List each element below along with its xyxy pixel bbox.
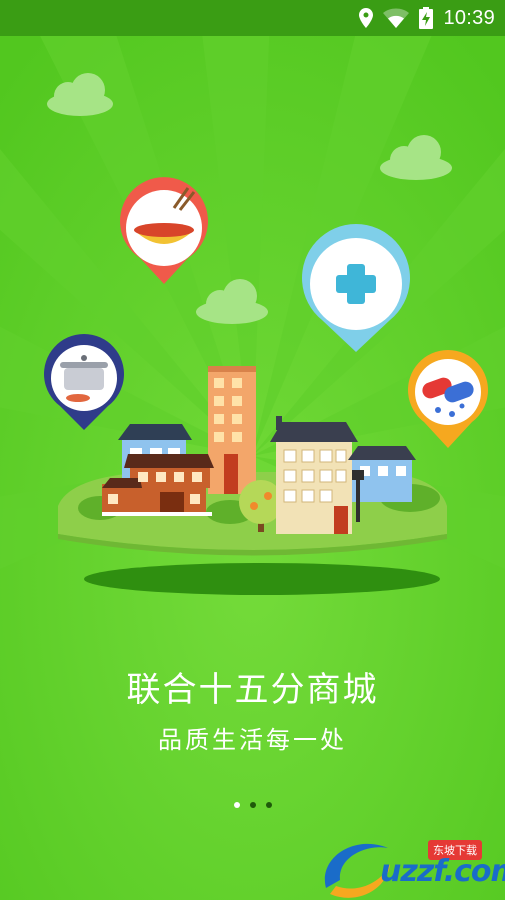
watermark-text: uzzf.com: [380, 854, 505, 889]
clock: 10:39: [443, 6, 495, 29]
island-shadow: [84, 563, 440, 595]
status-bar: 10:39: [0, 0, 505, 36]
battery-charging-icon: [419, 7, 434, 29]
page-indicator-dot-2[interactable]: [249, 802, 256, 808]
tower-building: [208, 366, 256, 494]
page-indicator-dot-1[interactable]: [233, 802, 240, 808]
page-title: 联合十五分商城: [126, 670, 379, 710]
watermark-logo: 东坡下载 uzzf.com: [318, 834, 505, 900]
page-subtitle: 品质生活每一处: [158, 726, 347, 754]
pagination-dots[interactable]: [0, 802, 505, 808]
wifi-icon: [383, 8, 410, 28]
city-illustration: [0, 36, 505, 900]
splash-screen: 10:39 联合十五分商城 品质生活每一处 东坡下载 uzzf.co: [0, 0, 505, 900]
location-icon: [359, 8, 374, 28]
beige-building: [270, 416, 358, 534]
page-indicator-dot-3[interactable]: [265, 802, 272, 808]
